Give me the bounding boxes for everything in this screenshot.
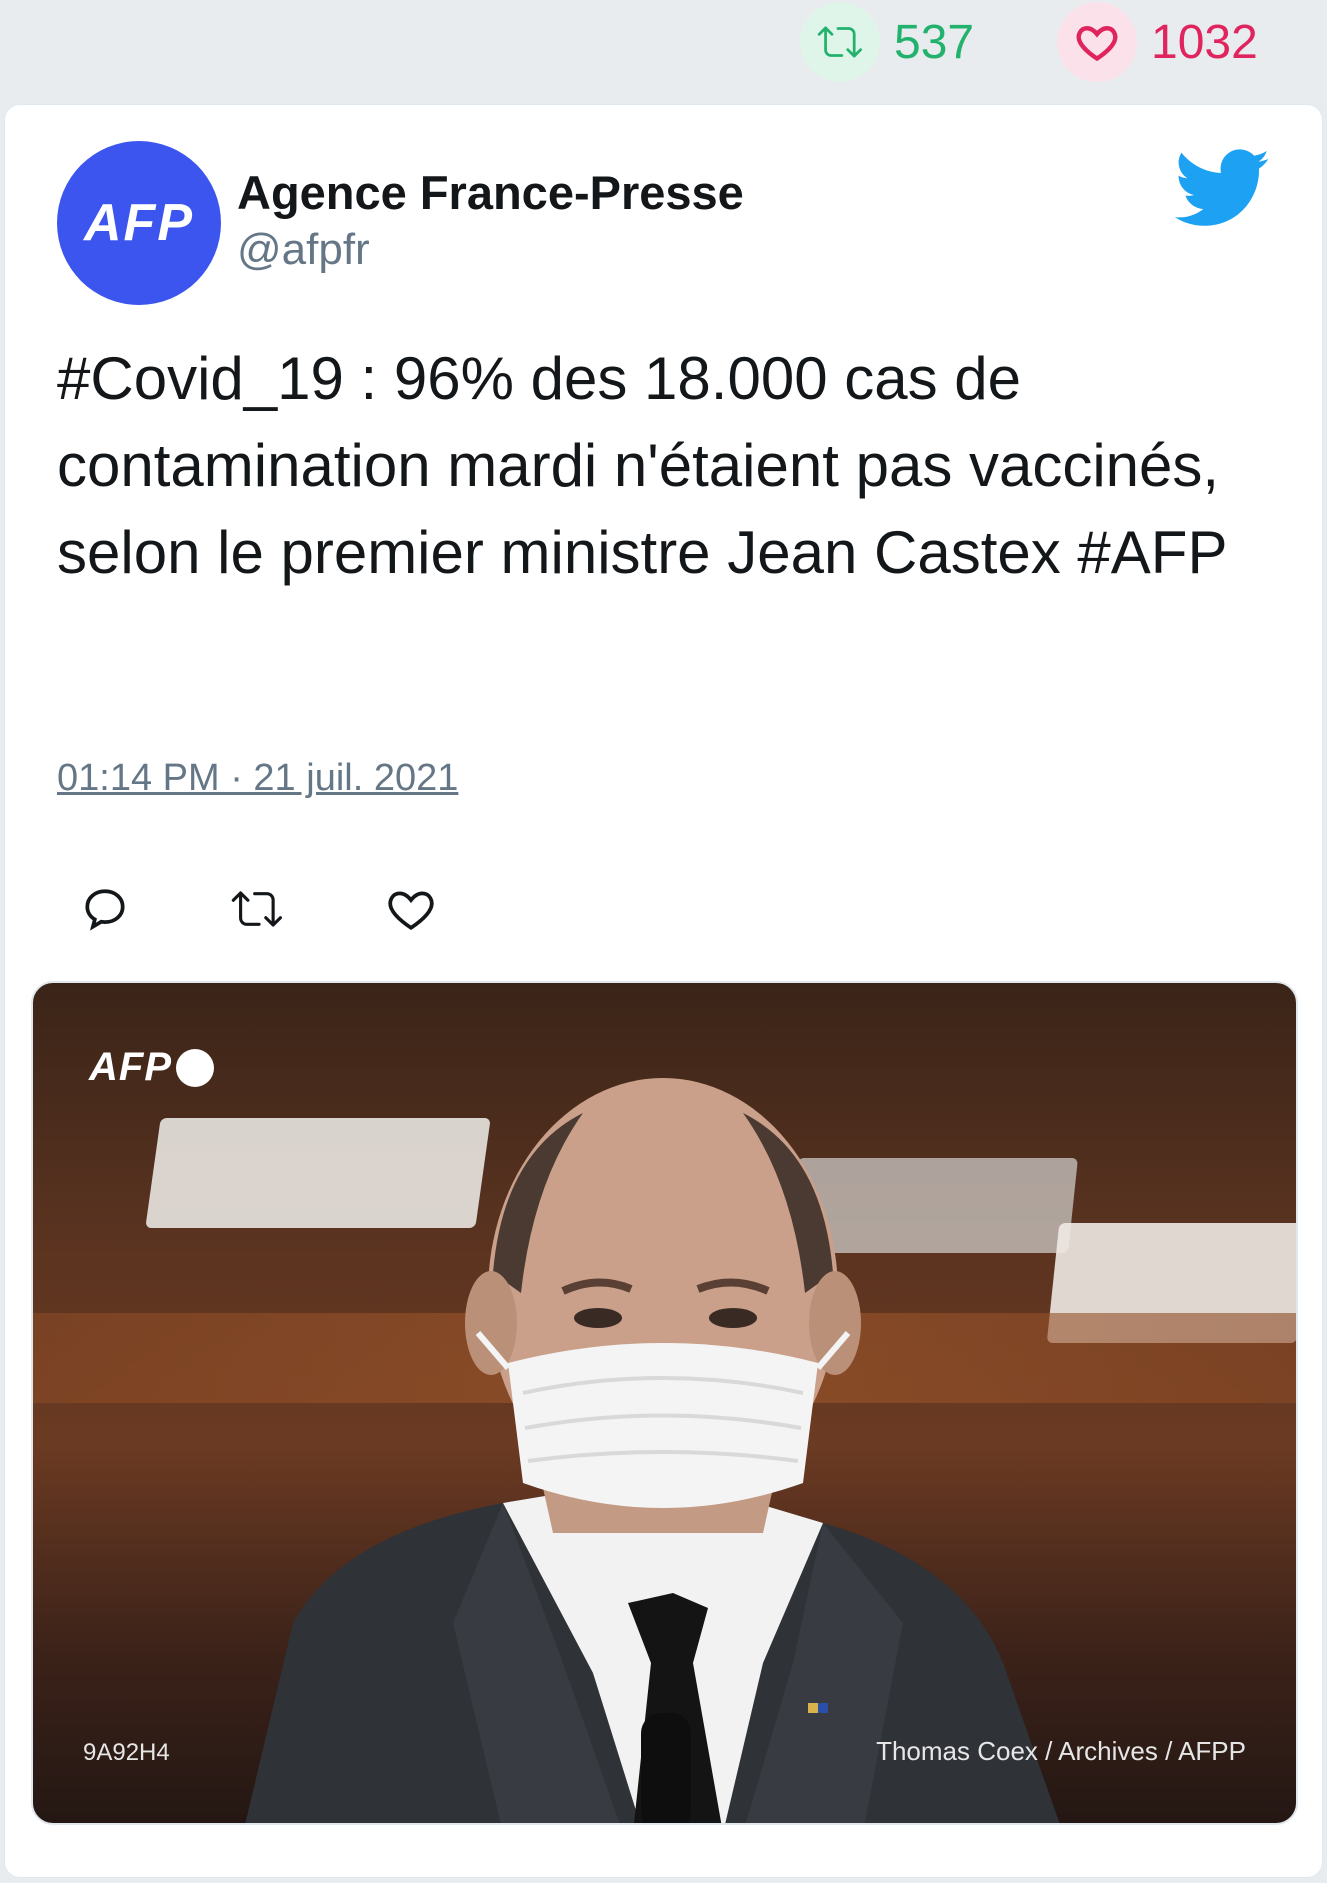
twitter-bird-icon[interactable] (1174, 149, 1271, 229)
heart-icon (1057, 2, 1137, 82)
like-count-stat[interactable]: 1032 (1057, 0, 1258, 84)
retweet-button[interactable] (223, 875, 291, 943)
avatar[interactable]: AFP (57, 141, 221, 305)
author-name[interactable]: Agence France-Presse (237, 165, 744, 220)
retweet-icon (231, 891, 282, 927)
tweet-stats-bar: 537 1032 (0, 0, 1327, 100)
retweet-count: 537 (894, 15, 975, 69)
photo-credit: Thomas Coex / Archives / AFPP (876, 1736, 1246, 1766)
tweet-timestamp[interactable]: 01:14 PM · 21 juil. 2021 (57, 757, 458, 800)
photo-id: 9A92H4 (83, 1739, 170, 1766)
masked-man-figure (245, 1078, 1060, 1823)
like-count: 1032 (1151, 15, 1258, 69)
retweet-icon (800, 2, 880, 82)
tweet-card: AFP Agence France-Presse @afpfr #Covid_1… (4, 104, 1323, 1878)
author-handle[interactable]: @afpfr (237, 225, 370, 275)
like-button[interactable] (377, 875, 445, 943)
like-icon (388, 891, 434, 930)
tweet-photo[interactable]: AFP 9A92H4 Thomas Coex / Archives / AFPP (31, 981, 1298, 1825)
afp-watermark-logo: AFP (89, 1045, 214, 1090)
avatar-text: AFP (84, 194, 194, 252)
tweet-text: #Covid_19 : 96% des 18.000 cas de contam… (57, 345, 1228, 586)
reply-icon (85, 889, 125, 931)
retweet-count-stat[interactable]: 537 (800, 0, 974, 84)
reply-button[interactable] (71, 875, 139, 943)
